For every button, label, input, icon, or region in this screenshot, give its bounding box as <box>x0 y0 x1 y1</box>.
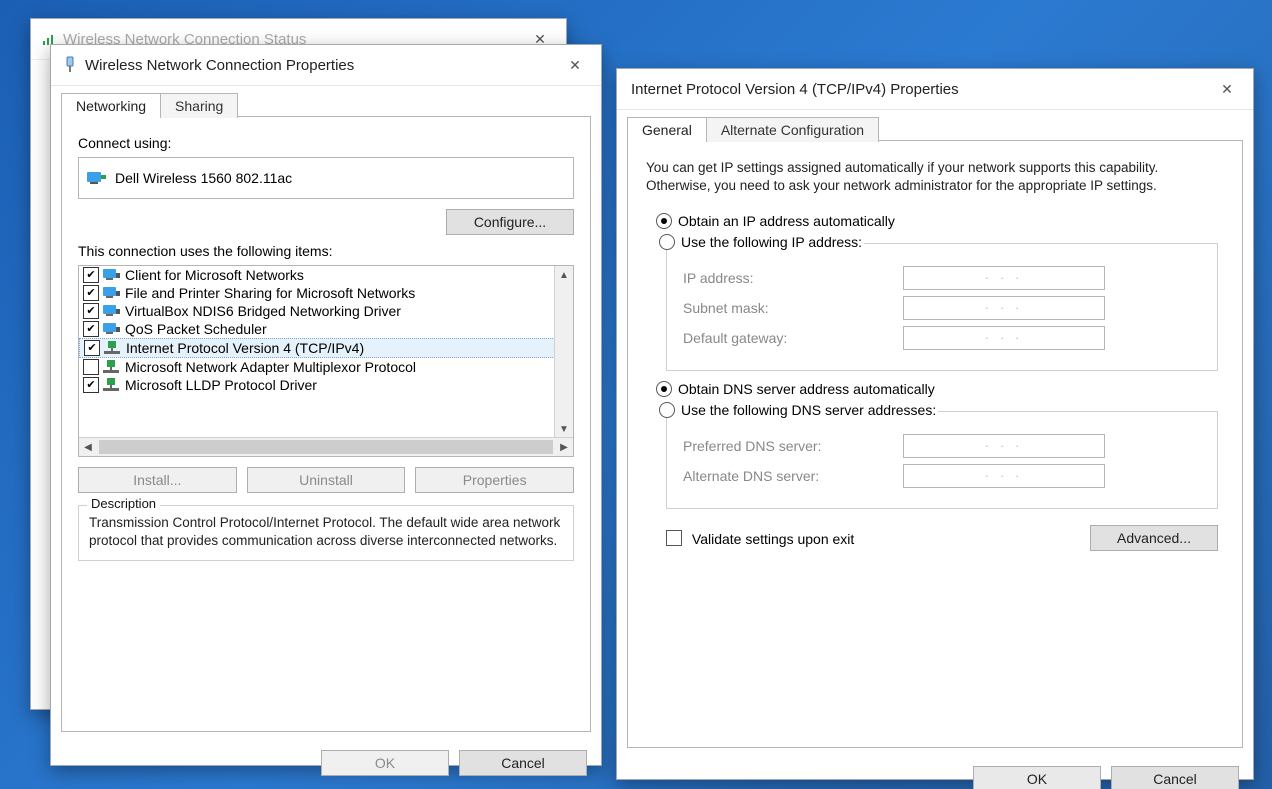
preferred-dns-input: . . . <box>903 434 1105 458</box>
scroll-up-icon[interactable]: ▲ <box>555 266 573 284</box>
cancel-button[interactable]: Cancel <box>1111 766 1239 789</box>
dialog-title: Wireless Network Connection Properties <box>79 57 555 74</box>
radio-label: Use the following DNS server addresses: <box>681 402 936 418</box>
ip-address-input: . . . <box>903 266 1105 290</box>
network-adapter-icon <box>61 56 79 74</box>
tab-alternate-configuration[interactable]: Alternate Configuration <box>706 117 879 142</box>
tab-networking[interactable]: Networking <box>61 93 161 118</box>
radio-obtain-ip-auto[interactable]: Obtain an IP address automatically <box>656 213 1224 229</box>
items-label: This connection uses the following items… <box>78 243 574 259</box>
scroll-thumb[interactable] <box>99 440 553 454</box>
scroll-right-icon[interactable]: ▶ <box>555 438 573 456</box>
properties-button[interactable]: Properties <box>415 467 574 493</box>
radio-use-ip-manual[interactable] <box>659 234 675 250</box>
list-item-label: File and Printer Sharing for Microsoft N… <box>125 285 415 301</box>
checkbox-icon[interactable] <box>83 321 99 337</box>
checkbox-icon[interactable] <box>83 267 99 283</box>
ok-button[interactable]: OK <box>321 750 449 776</box>
default-gateway-label: Default gateway: <box>683 330 903 346</box>
connect-using-label: Connect using: <box>78 135 574 151</box>
protocol-icon <box>104 340 122 356</box>
network-client-icon <box>103 285 121 301</box>
validate-label: Validate settings upon exit <box>692 531 854 547</box>
connection-items-list[interactable]: Client for Microsoft Networks File and Pr… <box>78 265 574 457</box>
tab-sharing[interactable]: Sharing <box>160 93 238 118</box>
protocol-icon <box>103 377 121 393</box>
radio-label: Obtain DNS server address automatically <box>678 381 935 397</box>
checkbox-icon[interactable] <box>83 359 99 375</box>
uninstall-button[interactable]: Uninstall <box>247 467 406 493</box>
subnet-mask-input: . . . <box>903 296 1105 320</box>
close-button[interactable]: ✕ <box>1207 74 1247 104</box>
radio-label: Use the following IP address: <box>681 234 862 250</box>
close-button[interactable]: ✕ <box>555 50 595 80</box>
vertical-scrollbar[interactable]: ▲ ▼ <box>554 266 573 438</box>
network-client-icon <box>103 267 121 283</box>
ip-address-label: IP address: <box>683 270 903 286</box>
advanced-button[interactable]: Advanced... <box>1090 525 1218 551</box>
list-item[interactable]: Internet Protocol Version 4 (TCP/IPv4) <box>79 338 555 358</box>
list-item[interactable]: File and Printer Sharing for Microsoft N… <box>79 284 555 302</box>
configure-button[interactable]: Configure... <box>446 209 574 235</box>
description-label: Description <box>87 496 160 511</box>
checkbox-icon[interactable] <box>83 303 99 319</box>
list-item-label: QoS Packet Scheduler <box>125 321 267 337</box>
list-item-label: Microsoft Network Adapter Multiplexor Pr… <box>125 359 416 375</box>
radio-obtain-dns-auto[interactable]: Obtain DNS server address automatically <box>656 381 1224 397</box>
list-item-label: VirtualBox NDIS6 Bridged Networking Driv… <box>125 303 401 319</box>
radio-use-dns-manual[interactable] <box>659 402 675 418</box>
network-client-icon <box>103 303 121 319</box>
alternate-dns-input: . . . <box>903 464 1105 488</box>
checkbox-icon[interactable] <box>83 285 99 301</box>
checkbox-icon[interactable] <box>84 340 100 356</box>
radio-label: Obtain an IP address automatically <box>678 213 895 229</box>
list-item[interactable]: Microsoft Network Adapter Multiplexor Pr… <box>79 358 555 376</box>
tab-general[interactable]: General <box>627 117 707 142</box>
list-item-label: Client for Microsoft Networks <box>125 267 304 283</box>
ok-button[interactable]: OK <box>973 766 1101 789</box>
dialog-title: Internet Protocol Version 4 (TCP/IPv4) P… <box>627 81 1207 98</box>
adapter-field[interactable]: Dell Wireless 1560 802.11ac <box>78 157 574 199</box>
scroll-down-icon[interactable]: ▼ <box>555 420 573 438</box>
cancel-button[interactable]: Cancel <box>459 750 587 776</box>
list-item[interactable]: Microsoft LLDP Protocol Driver <box>79 376 555 394</box>
validate-settings-checkbox[interactable]: Validate settings upon exit <box>666 530 854 547</box>
radio-icon <box>656 213 672 229</box>
description-text: Transmission Control Protocol/Internet P… <box>89 514 563 550</box>
list-item-label: Internet Protocol Version 4 (TCP/IPv4) <box>126 340 364 356</box>
checkbox-icon[interactable] <box>83 377 99 393</box>
list-item[interactable]: QoS Packet Scheduler <box>79 320 555 338</box>
horizontal-scrollbar[interactable]: ◀ ▶ <box>79 437 573 456</box>
list-item[interactable]: Client for Microsoft Networks <box>79 266 555 284</box>
list-item-label: Microsoft LLDP Protocol Driver <box>125 377 317 393</box>
alternate-dns-label: Alternate DNS server: <box>683 468 903 484</box>
scroll-left-icon[interactable]: ◀ <box>79 438 97 456</box>
install-button[interactable]: Install... <box>78 467 237 493</box>
adapter-name: Dell Wireless 1560 802.11ac <box>115 170 292 186</box>
preferred-dns-label: Preferred DNS server: <box>683 438 903 454</box>
adapter-icon <box>87 170 107 186</box>
subnet-mask-label: Subnet mask: <box>683 300 903 316</box>
protocol-icon <box>103 359 121 375</box>
radio-icon <box>656 381 672 397</box>
checkbox-icon <box>666 530 682 546</box>
list-item[interactable]: VirtualBox NDIS6 Bridged Networking Driv… <box>79 302 555 320</box>
default-gateway-input: . . . <box>903 326 1105 350</box>
intro-text: You can get IP settings assigned automat… <box>646 159 1224 195</box>
network-client-icon <box>103 321 121 337</box>
